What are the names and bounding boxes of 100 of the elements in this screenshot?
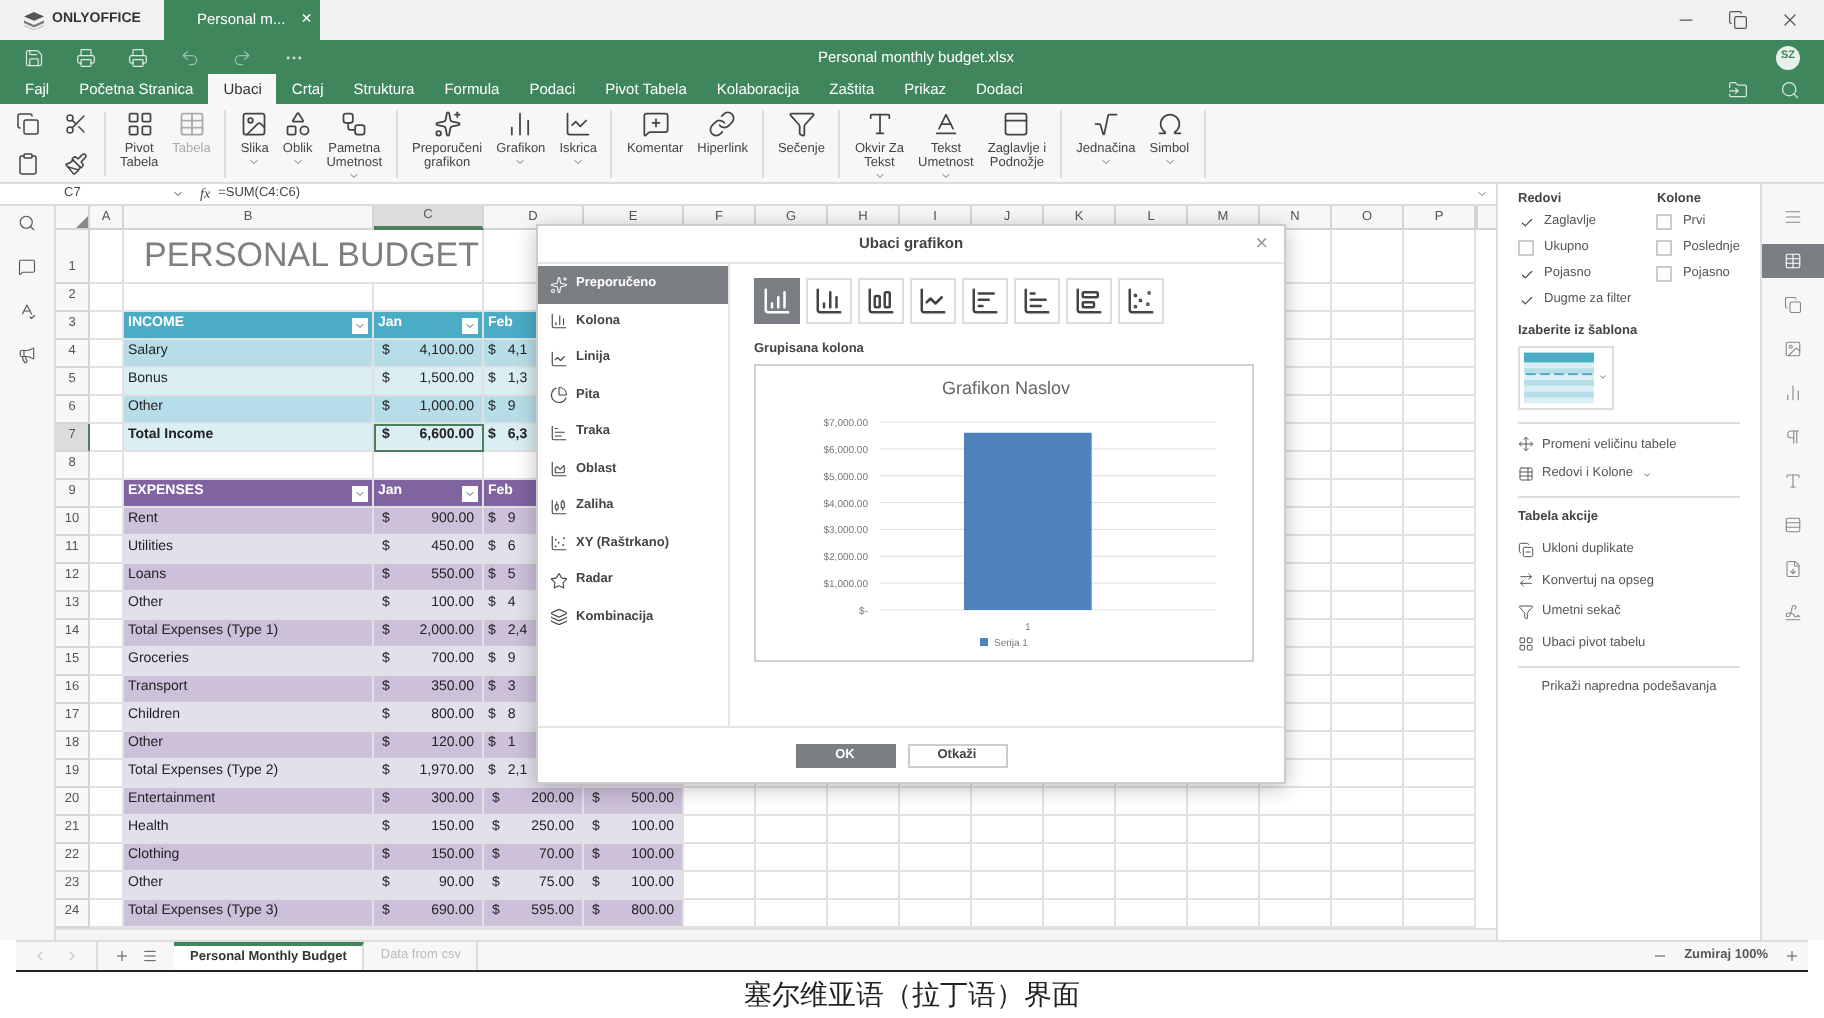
line-chart-icon bbox=[564, 109, 593, 137]
table-cell bbox=[1404, 508, 1476, 536]
expand-icon[interactable] bbox=[1476, 188, 1488, 200]
text-art-icon bbox=[931, 109, 960, 137]
chart-style-icon bbox=[970, 286, 1000, 316]
duplicates-icon bbox=[1518, 541, 1534, 558]
table-cell bbox=[756, 872, 828, 900]
template-picker[interactable] bbox=[1518, 345, 1614, 409]
table-cell bbox=[1404, 230, 1476, 284]
chart-title: Grafikon Naslov bbox=[941, 377, 1071, 398]
next-icon[interactable] bbox=[64, 948, 80, 964]
checkbox[interactable] bbox=[1656, 214, 1673, 231]
filter-dropdown[interactable] bbox=[352, 485, 368, 501]
megaphone-icon[interactable] bbox=[18, 346, 36, 364]
pivot-table-icon bbox=[1518, 635, 1534, 652]
chart-icon bbox=[1784, 384, 1802, 402]
menu-icon[interactable] bbox=[142, 948, 158, 964]
table-cell bbox=[1332, 732, 1404, 760]
cut-icon[interactable] bbox=[64, 111, 88, 135]
filter-dropdown[interactable] bbox=[352, 317, 368, 333]
table-cell bbox=[1332, 312, 1404, 340]
table-cell bbox=[1332, 816, 1404, 844]
table-cell bbox=[828, 816, 900, 844]
table-cell bbox=[1332, 872, 1404, 900]
undo-icon[interactable] bbox=[180, 47, 200, 67]
radical-icon bbox=[1091, 109, 1120, 137]
restore-icon[interactable] bbox=[1728, 10, 1748, 30]
table-cell bbox=[1404, 872, 1476, 900]
table-cell bbox=[1260, 872, 1332, 900]
image-icon bbox=[1784, 340, 1802, 358]
table-cell bbox=[900, 844, 972, 872]
zoom-in-icon[interactable] bbox=[1784, 948, 1800, 964]
paste-icon[interactable] bbox=[16, 151, 40, 175]
move-icon bbox=[1518, 436, 1534, 453]
table-cell bbox=[1116, 872, 1188, 900]
table-cell bbox=[900, 788, 972, 816]
table-cell bbox=[1188, 872, 1260, 900]
add-sheet-icon[interactable] bbox=[114, 948, 130, 964]
table-cell bbox=[1404, 452, 1476, 480]
table-cell bbox=[1332, 620, 1404, 648]
previous-icon[interactable] bbox=[32, 948, 48, 964]
table-cell bbox=[828, 872, 900, 900]
pie-chart-icon bbox=[550, 386, 568, 405]
table-cell bbox=[1332, 424, 1404, 452]
checkbox[interactable] bbox=[1518, 240, 1534, 257]
copy-icon[interactable] bbox=[16, 111, 40, 135]
table-cell bbox=[1404, 536, 1476, 564]
table-cell bbox=[1404, 424, 1476, 452]
table-cell bbox=[1332, 396, 1404, 424]
logo-icon bbox=[24, 11, 44, 29]
filter-dropdown[interactable] bbox=[462, 485, 478, 501]
quick-print-icon[interactable] bbox=[128, 47, 148, 67]
table-cell bbox=[1404, 816, 1476, 844]
redo-icon[interactable] bbox=[232, 47, 252, 67]
diagram-icon bbox=[340, 109, 369, 137]
table-cell bbox=[1332, 452, 1404, 480]
checkbox[interactable] bbox=[1518, 214, 1534, 231]
table-cell bbox=[1332, 368, 1404, 396]
table-cell bbox=[1044, 816, 1116, 844]
format-painter-icon[interactable] bbox=[64, 151, 88, 175]
chart-icon bbox=[506, 109, 535, 137]
candlestick-chart-icon bbox=[550, 497, 568, 516]
table-cell bbox=[1332, 648, 1404, 676]
horizontal-scrollbar[interactable] bbox=[56, 928, 1496, 940]
close-icon[interactable] bbox=[1780, 10, 1800, 30]
table-cell bbox=[1188, 788, 1260, 816]
spellcheck-icon[interactable] bbox=[18, 302, 36, 320]
filter-dropdown[interactable] bbox=[462, 317, 478, 333]
table-cell bbox=[1044, 788, 1116, 816]
line-chart-icon bbox=[550, 349, 568, 368]
folder-icon[interactable] bbox=[1728, 79, 1748, 99]
table-cell bbox=[972, 816, 1044, 844]
table-template-icon bbox=[1524, 351, 1595, 403]
save-icon[interactable] bbox=[24, 47, 44, 67]
text-box-icon bbox=[865, 109, 894, 137]
text-icon bbox=[1784, 472, 1802, 490]
chart-style-icon bbox=[762, 286, 792, 316]
table-cell bbox=[1404, 368, 1476, 396]
image-icon bbox=[240, 109, 269, 137]
table-cell bbox=[1404, 788, 1476, 816]
checkbox[interactable] bbox=[1656, 240, 1673, 257]
filter-icon bbox=[787, 109, 816, 137]
sidebar-tab[interactable] bbox=[1761, 244, 1824, 278]
caret-icon bbox=[1598, 372, 1608, 382]
checkbox[interactable] bbox=[1518, 292, 1534, 309]
omega-icon bbox=[1155, 109, 1184, 137]
table-cell bbox=[1404, 732, 1476, 760]
comment-icon[interactable] bbox=[18, 258, 36, 276]
table-cell bbox=[1260, 816, 1332, 844]
scatter-chart-icon bbox=[550, 534, 568, 553]
print-icon[interactable] bbox=[76, 47, 96, 67]
caret-icon bbox=[354, 487, 366, 499]
table-cell bbox=[1404, 284, 1476, 312]
search-icon[interactable] bbox=[18, 214, 36, 232]
legend-swatch bbox=[980, 637, 988, 646]
checkbox[interactable] bbox=[1518, 266, 1534, 283]
table-cell bbox=[1188, 844, 1260, 872]
checkbox[interactable] bbox=[1656, 266, 1673, 283]
tab-close[interactable]: × bbox=[301, 6, 312, 34]
table-cell bbox=[1404, 340, 1476, 368]
